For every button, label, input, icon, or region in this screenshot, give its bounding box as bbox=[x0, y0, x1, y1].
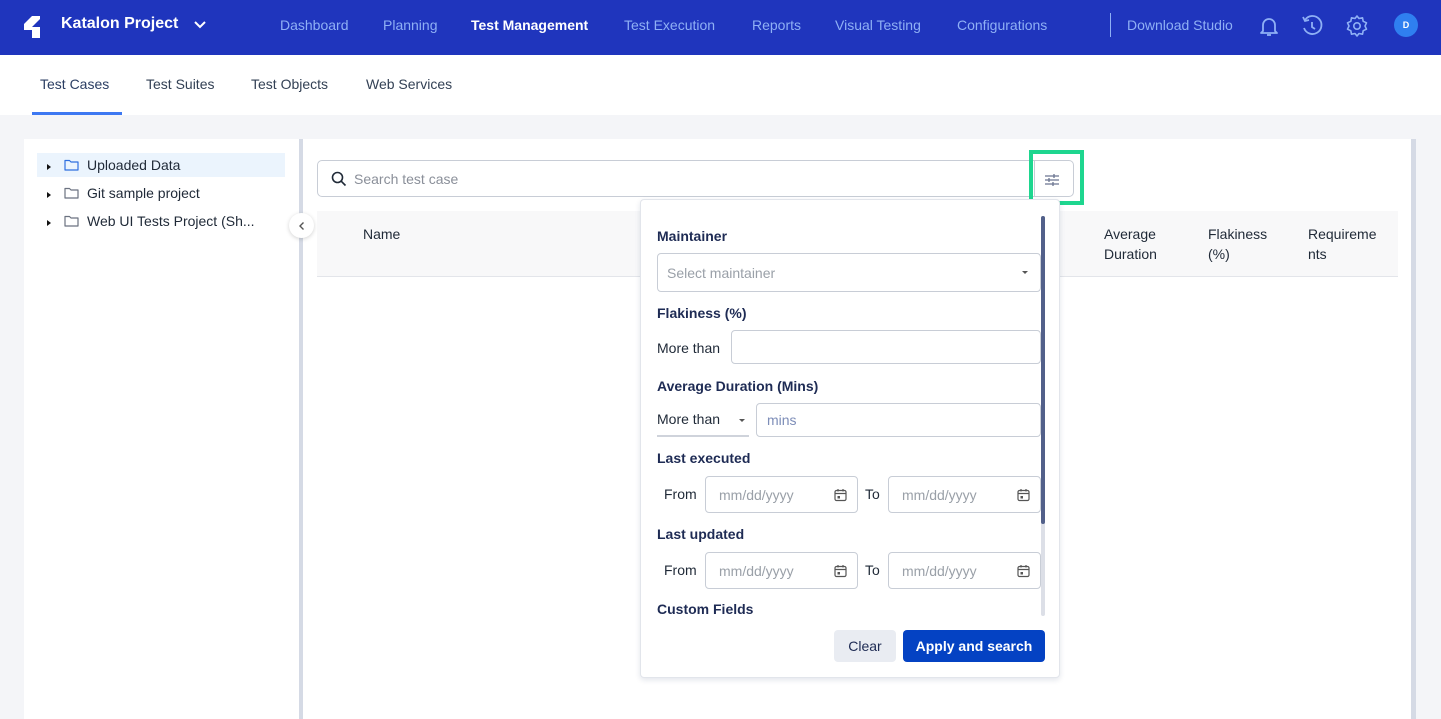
last-updated-to-date[interactable]: mm/dd/yyyy bbox=[888, 552, 1041, 589]
maintainer-label: Maintainer bbox=[657, 228, 728, 244]
tree-item-label: Uploaded Data bbox=[87, 157, 181, 173]
nav-visual-testing[interactable]: Visual Testing bbox=[835, 17, 921, 33]
sub-tab-bar: Test Cases Test Suites Test Objects Web … bbox=[0, 55, 1441, 115]
folder-tree-panel: Uploaded Data Git sample project Web UI … bbox=[24, 139, 299, 719]
date-placeholder: mm/dd/yyyy bbox=[719, 487, 794, 503]
popover-scrollbar-thumb[interactable] bbox=[1041, 216, 1045, 524]
maintainer-select[interactable]: Select maintainer bbox=[657, 253, 1041, 292]
last-executed-from-date[interactable]: mm/dd/yyyy bbox=[705, 476, 858, 513]
search-box bbox=[317, 160, 1074, 197]
tab-test-cases[interactable]: Test Cases bbox=[40, 76, 109, 92]
tab-test-objects[interactable]: Test Objects bbox=[251, 76, 328, 92]
nav-test-execution[interactable]: Test Execution bbox=[624, 17, 715, 33]
column-header-label-line: nts bbox=[1308, 246, 1327, 262]
last-updated-from-label: From bbox=[664, 562, 697, 578]
folder-icon bbox=[64, 159, 79, 171]
filter-button-highlight bbox=[1029, 150, 1084, 205]
flakiness-label: Flakiness (%) bbox=[657, 305, 747, 321]
caret-right-icon[interactable] bbox=[47, 163, 51, 170]
folder-icon bbox=[64, 187, 79, 199]
flakiness-input[interactable] bbox=[732, 331, 1040, 363]
flakiness-operator: More than bbox=[657, 340, 721, 356]
collapse-panel-button[interactable] bbox=[289, 213, 314, 238]
column-header-label-line: (%) bbox=[1208, 246, 1230, 262]
column-header-average-duration[interactable]: Average Duration bbox=[1104, 224, 1157, 264]
katalon-logo-icon[interactable] bbox=[22, 15, 42, 39]
tree-item-label: Git sample project bbox=[87, 185, 200, 201]
tree-item-git-sample-project[interactable]: Git sample project bbox=[37, 181, 285, 205]
calendar-icon[interactable] bbox=[834, 488, 847, 502]
date-placeholder: mm/dd/yyyy bbox=[719, 563, 794, 579]
tab-test-suites[interactable]: Test Suites bbox=[146, 76, 214, 92]
column-header-label-line: Flakiness bbox=[1208, 226, 1268, 242]
maintainer-placeholder: Select maintainer bbox=[667, 265, 776, 281]
caret-right-icon[interactable] bbox=[47, 219, 51, 226]
nav-configurations[interactable]: Configurations bbox=[957, 17, 1047, 33]
top-nav-bar: Katalon Project Dashboard Planning Test … bbox=[0, 0, 1441, 55]
tree-item-label: Web UI Tests Project (Sh... bbox=[87, 213, 255, 229]
gear-icon[interactable] bbox=[1345, 14, 1369, 38]
apply-and-search-button[interactable]: Apply and search bbox=[903, 630, 1045, 662]
last-executed-label: Last executed bbox=[657, 450, 751, 466]
duration-operator-select[interactable]: More than bbox=[657, 403, 749, 437]
nav-test-management[interactable]: Test Management bbox=[471, 17, 588, 33]
column-header-requirements[interactable]: Requireme nts bbox=[1308, 224, 1376, 264]
calendar-icon[interactable] bbox=[1017, 488, 1030, 502]
clear-button[interactable]: Clear bbox=[834, 630, 896, 662]
tree-item-uploaded-data[interactable]: Uploaded Data bbox=[37, 153, 285, 177]
history-icon[interactable] bbox=[1300, 14, 1324, 38]
chevron-left-icon bbox=[298, 221, 304, 230]
custom-fields-label: Custom Fields bbox=[657, 601, 754, 617]
caret-down-icon bbox=[1022, 271, 1028, 274]
column-header-label-line: Average bbox=[1104, 226, 1156, 242]
last-updated-label: Last updated bbox=[657, 526, 745, 542]
download-studio-link[interactable]: Download Studio bbox=[1127, 17, 1233, 33]
date-placeholder: mm/dd/yyyy bbox=[902, 487, 977, 503]
last-updated-from-date[interactable]: mm/dd/yyyy bbox=[705, 552, 858, 589]
nav-divider bbox=[1110, 13, 1111, 37]
last-executed-from-label: From bbox=[664, 486, 697, 502]
search-icon bbox=[331, 171, 347, 187]
chevron-down-icon[interactable] bbox=[192, 17, 208, 33]
duration-field bbox=[756, 403, 1041, 437]
nav-reports[interactable]: Reports bbox=[752, 17, 801, 33]
column-header-flakiness[interactable]: Flakiness (%) bbox=[1208, 224, 1267, 264]
calendar-icon[interactable] bbox=[1017, 564, 1030, 578]
date-placeholder: mm/dd/yyyy bbox=[902, 563, 977, 579]
last-executed-to-label: To bbox=[865, 486, 880, 502]
user-avatar[interactable]: D bbox=[1394, 13, 1418, 37]
nav-dashboard[interactable]: Dashboard bbox=[280, 17, 349, 33]
project-name[interactable]: Katalon Project bbox=[61, 15, 178, 33]
last-updated-to-label: To bbox=[865, 562, 880, 578]
search-input[interactable] bbox=[354, 161, 1024, 196]
active-tab-indicator bbox=[32, 112, 122, 115]
average-duration-label: Average Duration (Mins) bbox=[657, 378, 819, 394]
bell-icon[interactable] bbox=[1257, 14, 1281, 38]
column-header-name[interactable]: Name bbox=[363, 224, 400, 244]
caret-right-icon[interactable] bbox=[47, 191, 51, 198]
column-header-label-line: Requireme bbox=[1308, 226, 1377, 242]
calendar-icon[interactable] bbox=[834, 564, 847, 578]
flakiness-field bbox=[731, 330, 1041, 364]
caret-down-icon bbox=[739, 419, 745, 422]
folder-icon bbox=[64, 215, 79, 227]
duration-operator-value: More than bbox=[657, 411, 721, 427]
column-header-label-line: Duration bbox=[1104, 246, 1157, 262]
tree-item-web-ui-tests-project[interactable]: Web UI Tests Project (Sh... bbox=[37, 209, 285, 233]
duration-input[interactable] bbox=[757, 404, 1040, 436]
nav-planning[interactable]: Planning bbox=[383, 17, 438, 33]
column-header-label: Name bbox=[363, 226, 401, 242]
filter-popover: Maintainer Select maintainer Flakiness (… bbox=[640, 199, 1060, 678]
main-scrollbar[interactable] bbox=[1411, 139, 1416, 719]
tab-web-services[interactable]: Web Services bbox=[366, 76, 452, 92]
last-executed-to-date[interactable]: mm/dd/yyyy bbox=[888, 476, 1041, 513]
